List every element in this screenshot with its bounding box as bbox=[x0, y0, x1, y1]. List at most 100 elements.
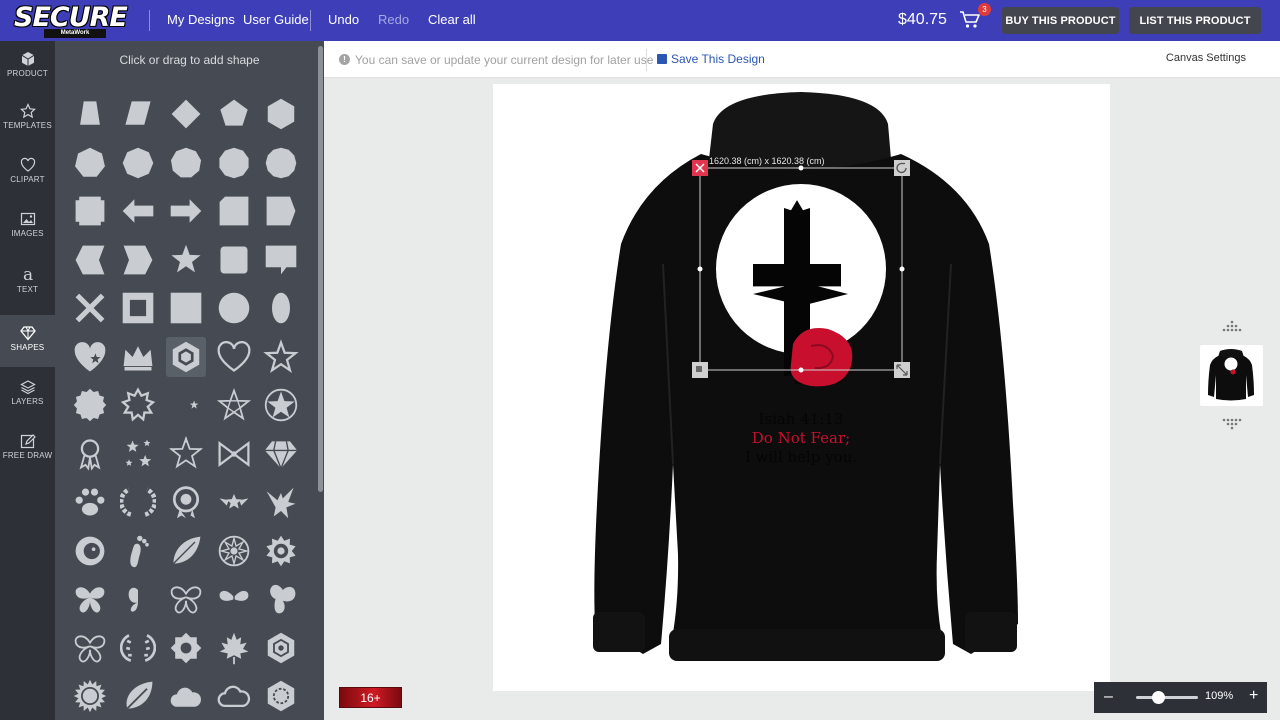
shape-hexagon-icon[interactable] bbox=[261, 94, 301, 134]
shape-round-rect-icon[interactable] bbox=[214, 240, 254, 280]
shape-star-outline-icon[interactable] bbox=[261, 337, 301, 377]
shape-maple-icon[interactable] bbox=[214, 628, 254, 668]
shape-paw-icon[interactable] bbox=[70, 482, 110, 522]
shape-cloud-outline-icon[interactable] bbox=[214, 676, 254, 716]
list-product-button[interactable]: LIST THIS PRODUCT bbox=[1129, 7, 1261, 34]
shape-laurel-icon[interactable] bbox=[118, 628, 158, 668]
design-artboard[interactable]: 1620.38 (cm) x 1620.38 (cm) Isiah 41:13 … bbox=[493, 84, 1110, 691]
shape-octagon-icon[interactable] bbox=[118, 143, 158, 183]
shape-chevron-left-icon[interactable] bbox=[70, 240, 110, 280]
shape-butterfly-icon[interactable] bbox=[70, 579, 110, 619]
shape-butterfly-side-icon[interactable] bbox=[118, 579, 158, 619]
nav-clipart[interactable]: CLIPART bbox=[0, 147, 55, 199]
undo-button[interactable]: Undo bbox=[328, 12, 359, 27]
shape-butterfly-outline-icon[interactable] bbox=[166, 579, 206, 619]
shape-foot-icon[interactable] bbox=[118, 531, 158, 571]
shape-star-circle-icon[interactable] bbox=[261, 385, 301, 425]
canvas-settings-link[interactable]: Canvas Settings bbox=[1166, 52, 1246, 64]
secure-logo[interactable]: SECURE MetaWork bbox=[14, 4, 134, 38]
shape-wreath-icon[interactable] bbox=[118, 482, 158, 522]
view-thumbnail-back[interactable] bbox=[1200, 345, 1263, 406]
shape-ellipse-icon[interactable] bbox=[261, 288, 301, 328]
my-designs-link[interactable]: My Designs bbox=[167, 12, 235, 27]
nav-images[interactable]: IMAGES bbox=[0, 201, 55, 253]
shape-hex-camera-icon[interactable] bbox=[261, 628, 301, 668]
shape-decagon-icon[interactable] bbox=[214, 143, 254, 183]
zoom-slider-track[interactable] bbox=[1136, 696, 1198, 699]
shape-butterfly-outline-icon[interactable] bbox=[70, 628, 110, 668]
shape-mandala-icon[interactable] bbox=[214, 531, 254, 571]
shape-moon-star-icon[interactable] bbox=[166, 385, 206, 425]
shape-hex-ring-icon[interactable] bbox=[166, 336, 206, 377]
shape-cut-corner-icon[interactable] bbox=[214, 191, 254, 231]
nav-templates[interactable]: TEMPLATES bbox=[0, 93, 55, 145]
shape-butterfly-moth-icon[interactable] bbox=[214, 579, 254, 619]
shape-frame-icon[interactable] bbox=[118, 288, 158, 328]
zoom-out-button[interactable]: – bbox=[1104, 688, 1113, 706]
shape-butterfly-flight-icon[interactable] bbox=[261, 579, 301, 619]
shape-gear-icon[interactable] bbox=[166, 628, 206, 668]
shape-leaf-icon[interactable] bbox=[166, 531, 206, 571]
shape-chevron-right-icon[interactable] bbox=[118, 240, 158, 280]
shape-gem-icon[interactable] bbox=[261, 434, 301, 474]
redo-button[interactable]: Redo bbox=[378, 12, 409, 27]
cart-icon[interactable] bbox=[959, 10, 981, 30]
shape-ribbon-icon[interactable] bbox=[70, 434, 110, 474]
scroll-down-dots-icon[interactable] bbox=[1220, 418, 1244, 430]
shape-sun-swirl-icon[interactable] bbox=[261, 531, 301, 571]
shape-circle-icon[interactable] bbox=[214, 288, 254, 328]
shape-heptagon-icon[interactable] bbox=[70, 143, 110, 183]
shape-medal-icon[interactable] bbox=[166, 482, 206, 522]
shape-pentagram-icon[interactable] bbox=[214, 385, 254, 425]
shape-stars-icon[interactable] bbox=[118, 434, 158, 474]
user-guide-link[interactable]: User Guide bbox=[243, 12, 309, 27]
shape-star5-icon[interactable] bbox=[166, 240, 206, 280]
nav-text[interactable]: a TEXT bbox=[0, 255, 55, 307]
shape-cloud-icon[interactable] bbox=[166, 676, 206, 716]
shape-pentagon-icon[interactable] bbox=[214, 94, 254, 134]
panel-scrollbar[interactable] bbox=[318, 46, 323, 492]
shape-crown-icon[interactable] bbox=[118, 337, 158, 377]
shape-lion-icon[interactable] bbox=[70, 531, 110, 571]
buy-product-button[interactable]: BUY THIS PRODUCT bbox=[1002, 7, 1119, 34]
nav-free-draw[interactable]: FREE DRAW bbox=[0, 423, 55, 475]
shape-diamond-icon[interactable] bbox=[166, 94, 206, 134]
shape-sun-icon[interactable] bbox=[70, 676, 110, 716]
selection-handle[interactable] bbox=[697, 266, 703, 272]
shape-star-burst-icon[interactable] bbox=[166, 434, 206, 474]
shape-badge-icon[interactable] bbox=[70, 385, 110, 425]
shape-cross-icon[interactable] bbox=[70, 191, 110, 231]
selection-handle[interactable] bbox=[899, 266, 905, 272]
shape-trapezoid-icon[interactable] bbox=[70, 94, 110, 134]
shape-square-icon[interactable] bbox=[166, 288, 206, 328]
scroll-up-dots-icon[interactable] bbox=[1220, 320, 1244, 332]
shape-arrow-left-icon[interactable] bbox=[118, 191, 158, 231]
zoom-in-button[interactable]: + bbox=[1249, 687, 1258, 705]
nav-shapes[interactable]: SHAPES bbox=[0, 315, 55, 367]
design-text-verse-ref[interactable]: Isiah 41:13 bbox=[758, 410, 843, 428]
selection-handle[interactable] bbox=[798, 165, 804, 171]
shape-parallelogram-icon[interactable] bbox=[118, 94, 158, 134]
design-text-help-you[interactable]: I will help you. bbox=[745, 448, 857, 466]
shape-winged-star-icon[interactable] bbox=[214, 482, 254, 522]
clear-all-button[interactable]: Clear all bbox=[428, 12, 476, 27]
shape-speech-icon[interactable] bbox=[261, 240, 301, 280]
shape-leaf-solid-icon[interactable] bbox=[118, 676, 158, 716]
shape-xmark-icon[interactable] bbox=[70, 288, 110, 328]
shape-burst-outline-icon[interactable] bbox=[118, 385, 158, 425]
shape-arrow-right-icon[interactable] bbox=[166, 191, 206, 231]
nav-layers[interactable]: LAYERS bbox=[0, 369, 55, 421]
shape-bow-icon[interactable] bbox=[214, 434, 254, 474]
shape-nonagon-icon[interactable] bbox=[166, 143, 206, 183]
shape-hex-flower-icon[interactable] bbox=[261, 676, 301, 716]
design-text-do-not-fear[interactable]: Do Not Fear; bbox=[752, 429, 850, 447]
shape-heart-outline-icon[interactable] bbox=[214, 337, 254, 377]
shape-heart-star-icon[interactable] bbox=[70, 337, 110, 377]
save-design-link[interactable]: Save This Design bbox=[657, 52, 765, 66]
nav-product[interactable]: PRODUCT bbox=[0, 41, 55, 93]
shape-dodecagon-icon[interactable] bbox=[261, 143, 301, 183]
zoom-slider-handle[interactable] bbox=[1151, 691, 1165, 704]
shape-eagle-icon[interactable] bbox=[261, 482, 301, 522]
shape-tag-icon[interactable] bbox=[261, 191, 301, 231]
selection-handle[interactable] bbox=[798, 367, 804, 373]
